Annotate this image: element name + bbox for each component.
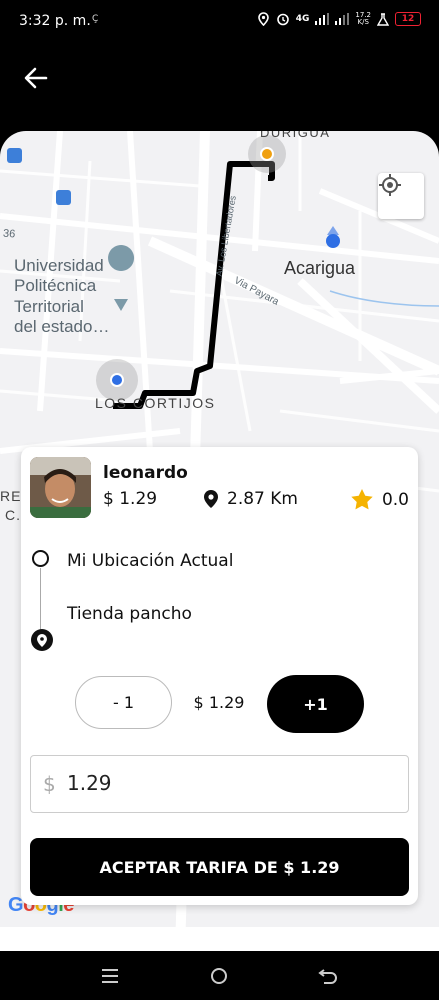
my-location-button[interactable] (378, 173, 424, 219)
map-label-neighborhood: LOS CORTIJOS (95, 395, 216, 411)
map-label-university-3: Territorial (14, 297, 84, 316)
home-button[interactable] (206, 963, 232, 989)
fare-input-value: 1.29 (67, 771, 112, 795)
trip-distance: 2.87 Km (204, 489, 298, 509)
map-label-edge-2: C. (5, 507, 21, 523)
back-icon (318, 969, 337, 984)
status-time: 3:32 p. m. (19, 13, 91, 29)
battery-icon: 12 (395, 12, 421, 26)
map-label-edge-1: RE (0, 488, 22, 504)
signal-icon-2 (335, 13, 350, 25)
system-back-button[interactable] (315, 963, 341, 989)
back-button[interactable] (22, 64, 50, 92)
map-label-university-2: Politécnica (14, 276, 97, 295)
crosshair-icon (379, 174, 401, 196)
avatar (30, 457, 91, 518)
carrier-icon: Ç (92, 14, 99, 24)
decrease-fare-button[interactable]: - 1 (75, 676, 172, 729)
map-label-street-36: 36 (2, 227, 16, 241)
network-type: 4G (295, 14, 310, 24)
trip-price: $ 1.29 (103, 489, 158, 509)
destination-pin-icon (31, 629, 53, 651)
recents-button[interactable] (97, 963, 123, 989)
system-nav-bar (0, 951, 439, 1000)
map-label-university-1: Universidad (14, 256, 104, 275)
trip-card: leonardo $ 1.29 2.87 Km 0.0 Mi Ubicación… (21, 447, 418, 905)
home-circle-icon (211, 968, 227, 984)
map-label-university-4: del estado… (14, 317, 110, 336)
alarm-icon (276, 13, 289, 26)
increase-fare-button[interactable]: +1 (267, 675, 364, 733)
destination-label[interactable]: Tienda pancho (67, 604, 192, 624)
distance-value: 2.87 Km (227, 489, 298, 509)
bottom-strip (0, 927, 439, 951)
driver-photo (30, 457, 91, 518)
location-pin-icon (204, 490, 218, 508)
star-icon (351, 489, 373, 510)
currency-symbol: $ (43, 772, 56, 796)
origin-label[interactable]: Mi Ubicación Actual (67, 551, 233, 571)
flask-icon (377, 12, 389, 26)
trip-info-row: $ 1.29 2.87 Km 0.0 (103, 489, 409, 513)
route-connector (40, 568, 41, 630)
status-bar: 3:32 p. m. Ç 4G 17.2 K/S 12 (0, 0, 439, 44)
map-label-city: Acarigua (284, 258, 356, 278)
menu-icon (102, 969, 118, 983)
status-icons: 4G 17.2 K/S 12 (257, 12, 421, 26)
current-fare: $ 1.29 (193, 693, 245, 712)
fare-input[interactable]: $ 1.29 (30, 755, 409, 813)
location-icon (257, 12, 269, 26)
driver-name: leonardo (103, 463, 188, 483)
rating-value: 0.0 (381, 489, 409, 510)
signal-icon (315, 13, 330, 25)
network-rate: 17.2 K/S (355, 11, 371, 26)
origin-dot-icon (32, 550, 49, 567)
map-label-top-area: DURIGUA (260, 131, 331, 140)
accept-fare-button[interactable]: ACEPTAR TARIFA DE $ 1.29 (30, 838, 409, 896)
driver-rating: 0.0 (351, 489, 409, 510)
arrow-left-icon (24, 67, 48, 89)
